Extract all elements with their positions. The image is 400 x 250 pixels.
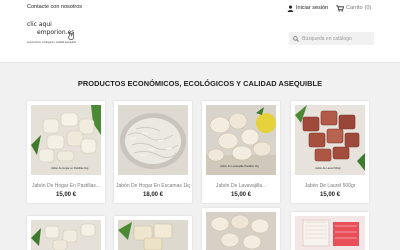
login-label: Iniciar sesión [296, 5, 329, 11]
product-image[interactable]: Jabón de Laurel 500gr [295, 105, 365, 175]
cart-label: Carrito [346, 5, 363, 11]
logo-line1: clic aqui [27, 21, 52, 28]
product-image-caption: Jabón de Laurel 500gr [315, 167, 341, 170]
product-image[interactable]: Jabón de Lavavajilla Pastillas 1kg [206, 105, 276, 175]
product-card[interactable] [291, 212, 369, 250]
section-title: PRODUCTOS ECONÓMICOS, ECOLÓGICOS Y CALID… [77, 79, 323, 88]
search-input[interactable] [302, 35, 372, 42]
product-image[interactable] [118, 220, 188, 250]
search-box [289, 32, 374, 45]
login-link[interactable]: Iniciar sesión [287, 3, 328, 13]
product-card[interactable] [114, 216, 192, 250]
top-bar: Contacte con nosotros Iniciar sesión Car… [0, 0, 400, 17]
hand-cursor-icon [68, 31, 74, 40]
search-icon[interactable] [293, 35, 299, 42]
product-image[interactable] [31, 220, 101, 250]
product-image-caption: Jabón de Lavavajilla Pastillas 1kg [220, 165, 259, 168]
product-card[interactable]: Jabón De Hogar En Escamas 1kg 18,00 € [114, 101, 192, 203]
product-name[interactable]: Jabón De Lavavajilla... [204, 183, 278, 189]
product-card[interactable] [202, 208, 280, 250]
product-name[interactable]: Jabón De Hogar En Escamas 1kg [116, 183, 190, 189]
product-image[interactable] [206, 212, 276, 250]
product-card[interactable] [27, 216, 105, 250]
cart-count: (0) [364, 5, 372, 11]
product-price: 18,00 € [142, 192, 164, 198]
product-image-caption: Jabón de Hogar en Pastillas 1kg [51, 167, 89, 170]
product-image[interactable]: Jabón de Hogar en Pastillas 1kg [31, 105, 101, 175]
product-name[interactable]: Jabón De Hogar En Pastillas... [29, 183, 103, 189]
product-price: 15,00 € [230, 192, 252, 198]
product-price: 15,00 € [55, 192, 77, 198]
product-image[interactable] [295, 216, 365, 250]
product-card[interactable]: Jabón de Laurel 500gr Jabón De Laurel 50… [291, 101, 369, 203]
shopping-cart-icon [336, 4, 344, 12]
product-card[interactable]: Jabón de Hogar en Pastillas 1kg Jabón De… [27, 101, 105, 203]
product-name[interactable]: Jabón De Laurel 500gr [293, 183, 367, 189]
logo-tagline: economicos, ecologicos, calidad asequibl… [27, 41, 77, 44]
header: clic aqui emporion.es economicos, ecolog… [0, 17, 400, 63]
logo[interactable]: clic aqui emporion.es economicos, ecolog… [27, 19, 89, 53]
user-icon [287, 5, 294, 12]
product-card[interactable]: Jabón de Lavavajilla Pastillas 1kg Jabón… [202, 101, 280, 203]
product-image[interactable] [118, 105, 188, 175]
cart-link[interactable]: Carrito (0) [336, 3, 371, 13]
contact-link[interactable]: Contacte con nosotros [27, 4, 82, 10]
product-price: 15,00 € [319, 192, 341, 198]
